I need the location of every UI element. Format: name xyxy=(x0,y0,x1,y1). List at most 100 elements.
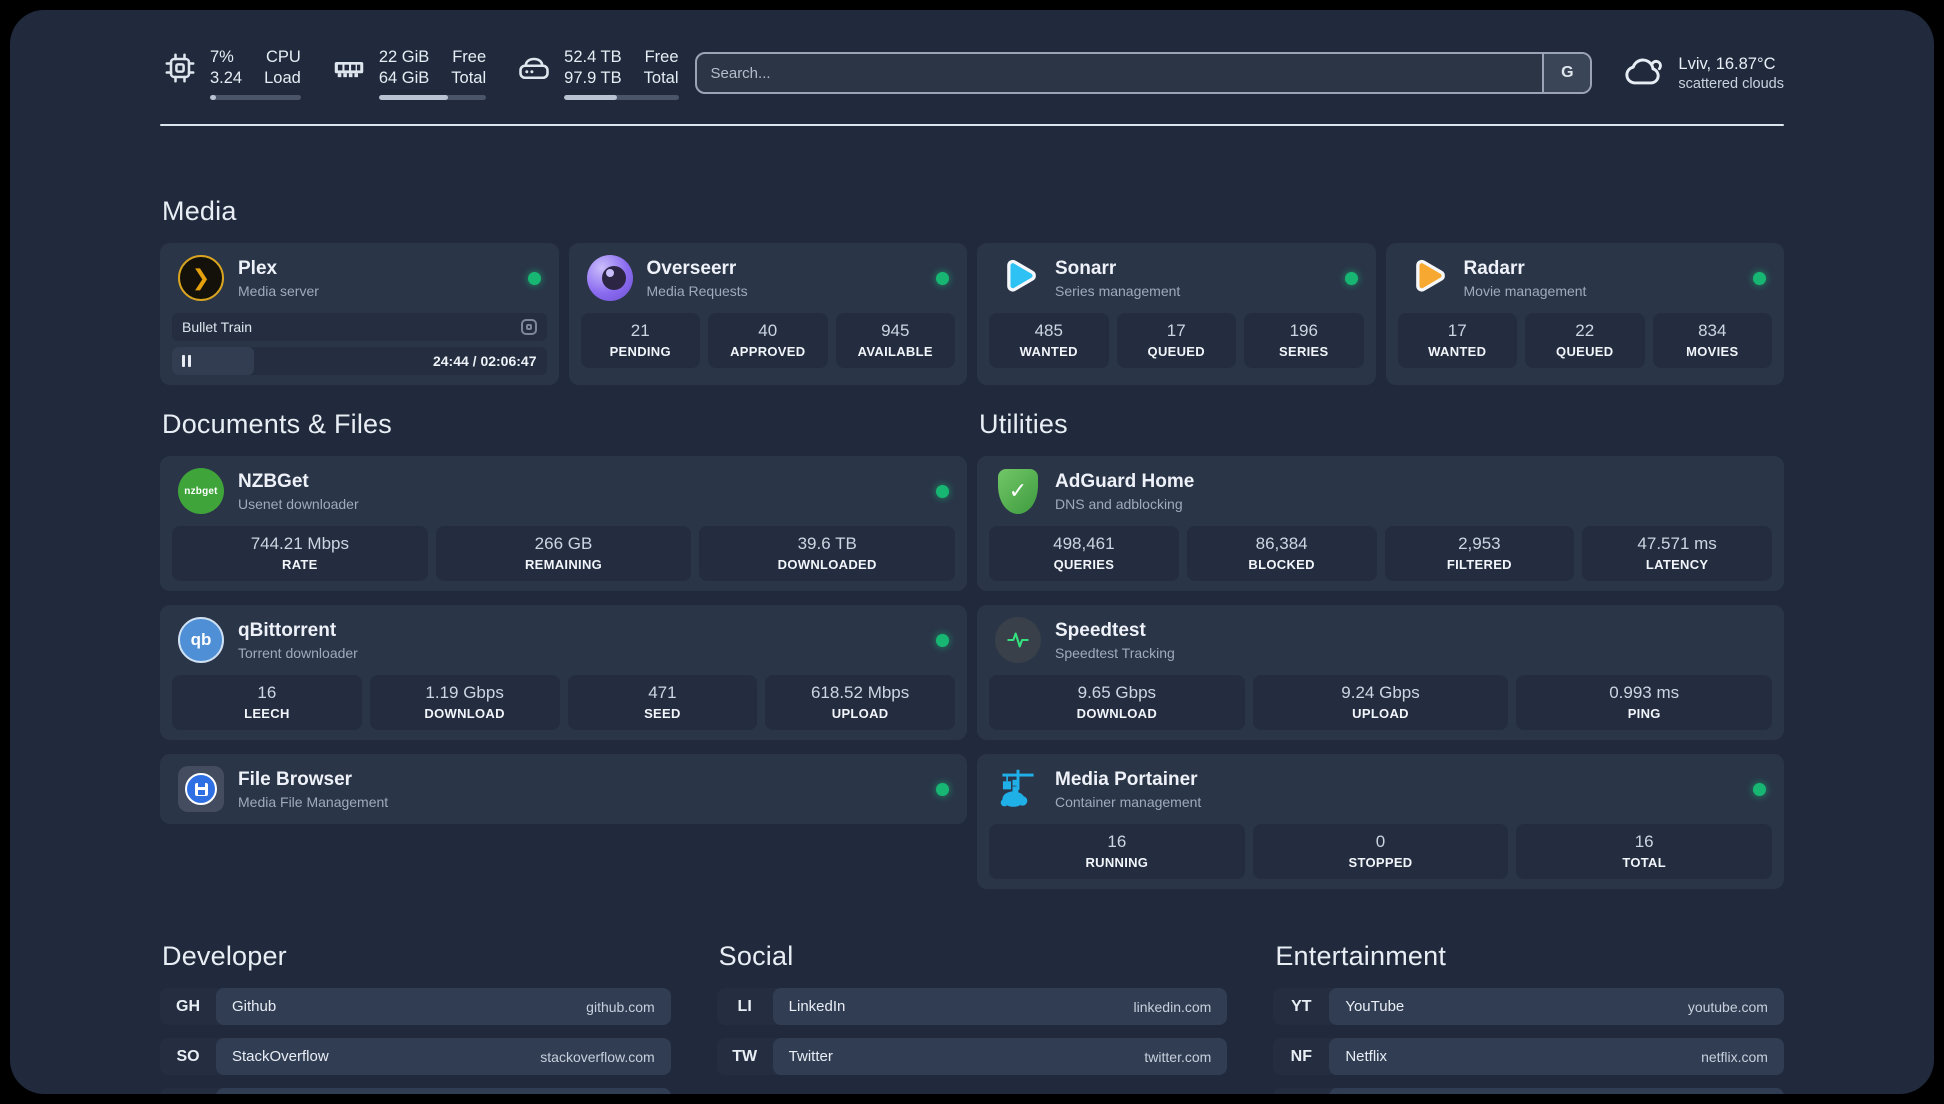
app-card-nzbget[interactable]: nzbget NZBGet Usenet downloader 744.21 M… xyxy=(160,456,967,591)
stat-value: 498,461 xyxy=(1053,534,1115,553)
stat-value: 744.21 Mbps xyxy=(250,534,349,553)
bookmark-github[interactable]: GH Github github.com xyxy=(160,988,671,1025)
stat-value: 40 xyxy=(758,321,778,340)
section-title-entertainment: Entertainment xyxy=(1275,941,1447,971)
bookmark-url: linkedin.com xyxy=(1133,998,1212,1015)
stat-value: 945 xyxy=(881,321,910,340)
bookmark-url: youtube.com xyxy=(1687,998,1768,1015)
app-card-radarr[interactable]: Radarr Movie management 17 WANTED 22 QUEUE… xyxy=(1385,243,1784,385)
pause-button[interactable] xyxy=(172,347,255,375)
bookmark-name: Twitter xyxy=(788,1048,833,1065)
memory-total-label: Total xyxy=(451,68,487,87)
stat-box: 0 STOPPED xyxy=(1252,824,1509,879)
bookmark-prefix: RE xyxy=(1273,1088,1329,1094)
memory-progress-bar xyxy=(378,94,487,100)
app-name: Overseerr xyxy=(646,257,737,279)
app-description: Usenet downloader xyxy=(238,495,359,512)
stat-label: MOVIES xyxy=(1686,344,1739,359)
stat-label: QUEUED xyxy=(1556,344,1614,359)
stat-value: 22 xyxy=(1575,321,1595,340)
stat-label: PENDING xyxy=(609,344,671,359)
stat-value: 39.6 TB xyxy=(797,534,857,553)
app-name: qBittorrent xyxy=(238,619,337,641)
bookmark-reddit[interactable]: RE Redditreddit.com xyxy=(1273,1088,1784,1094)
stat-box: 834 MOVIES xyxy=(1652,313,1772,368)
stat-box: 39.6 TB DOWNLOADED xyxy=(699,526,956,581)
app-card-portainer[interactable]: Media Portainer Container management 16 R… xyxy=(977,754,1784,889)
app-description: Media Requests xyxy=(646,282,748,299)
search-bar: G xyxy=(694,52,1593,94)
bookmark-prefix: SO xyxy=(176,1047,200,1065)
app-description: Torrent downloader xyxy=(238,644,358,661)
stat-label: REMAINING xyxy=(524,557,603,572)
search-input[interactable] xyxy=(696,54,1543,92)
stat-box: 47.571 ms LATENCY xyxy=(1582,526,1772,581)
bookmark-name: Github xyxy=(232,998,277,1015)
stat-value: 0.993 ms xyxy=(1609,683,1680,702)
app-card-sonarr[interactable]: Sonarr Series management 485 WANTED 17 QUE… xyxy=(977,243,1376,385)
app-name: Plex xyxy=(238,257,278,279)
app-description: Speedtest Tracking xyxy=(1055,644,1175,661)
app-name: Radarr xyxy=(1463,257,1525,279)
stat-value: 17 xyxy=(1166,321,1186,340)
stat-label: SERIES xyxy=(1279,344,1329,359)
stat-box: 471 SEED xyxy=(567,675,758,730)
app-name: AdGuard Home xyxy=(1055,470,1195,492)
stat-value: 17 xyxy=(1447,321,1467,340)
stat-box: 266 GB REMAINING xyxy=(435,526,692,581)
cpu-chip-icon xyxy=(160,48,200,88)
cpu-load-value: 3.24 xyxy=(210,68,243,87)
stat-label: RUNNING xyxy=(1085,855,1149,870)
stat-box: 16 LEECH xyxy=(172,675,362,730)
stat-box: 196 SERIES xyxy=(1244,313,1364,368)
adguard-icon: ✓ xyxy=(995,468,1041,514)
bookmark-prefix: YT xyxy=(1291,997,1312,1015)
stat-label: LEECH xyxy=(244,706,290,721)
memory-widget: 22 GiB 64 GiB Free Total xyxy=(329,47,487,100)
app-card-plex[interactable]: ❯ Plex Media server Bullet Train 24:44 /… xyxy=(160,243,559,385)
stat-label: SEED xyxy=(644,706,681,721)
bookmark-name: StackOverflow xyxy=(232,1048,329,1065)
section-title-utilities: Utilities xyxy=(979,409,1068,439)
app-card-filebrowser[interactable]: File Browser Media File Management xyxy=(160,754,967,824)
stat-box: 16 RUNNING xyxy=(989,824,1245,879)
dashboard: 7% 3.24 CPU Load 22 GiB 64 GiB Free Tota… xyxy=(10,10,1934,1094)
bookmark-twitter[interactable]: TW Twitter twitter.com xyxy=(716,1038,1228,1075)
bookmark-linkedin[interactable]: LI LinkedIn linkedin.com xyxy=(716,988,1228,1025)
bookmark-prefix: DT xyxy=(160,1088,216,1094)
app-name: Sonarr xyxy=(1055,257,1117,279)
radarr-icon xyxy=(1404,255,1450,301)
memory-free-value: 22 GiB xyxy=(378,47,430,66)
storage-total-value: 97.9 TB xyxy=(564,68,622,87)
cpu-widget: 7% 3.24 CPU Load xyxy=(160,47,301,100)
app-description: Media server xyxy=(238,282,319,299)
stat-value: 0 xyxy=(1375,832,1386,851)
stat-box: 1.19 Gbps DOWNLOAD xyxy=(369,675,560,730)
weather-widget: Lviv, 16.87°C scattered clouds xyxy=(1622,49,1784,98)
app-card-speedtest[interactable]: Speedtest Speedtest Tracking 9.65 Gbps DO… xyxy=(977,605,1784,740)
app-card-adguard[interactable]: ✓ AdGuard Home DNS and adblocking 498,46… xyxy=(977,456,1784,591)
stat-box: 16 TOTAL xyxy=(1516,824,1773,879)
stat-label: WANTED xyxy=(1019,344,1078,359)
stat-label: DOWNLOADED xyxy=(777,557,877,572)
storage-free-value: 52.4 TB xyxy=(564,47,622,66)
search-engine-button[interactable]: G xyxy=(1542,54,1591,92)
bookmark-url: netflix.com xyxy=(1701,1048,1768,1065)
stat-box: 17 QUEUED xyxy=(1116,313,1236,368)
qbittorrent-icon: qb xyxy=(178,617,224,663)
bookmark-url: github.com xyxy=(586,998,655,1015)
bookmark-netflix[interactable]: NF Netflix netflix.com xyxy=(1273,1038,1784,1075)
stat-box: 86,384 BLOCKED xyxy=(1186,526,1377,581)
app-card-overseerr[interactable]: Overseerr Media Requests 21 PENDING 40 APP… xyxy=(568,243,967,385)
section-title-social: Social xyxy=(718,941,794,971)
app-card-qbittorrent[interactable]: qb qBittorrent Torrent downloader 16 LEEC… xyxy=(160,605,967,740)
bookmark-prefix: LI xyxy=(737,997,752,1015)
stat-value: 16 xyxy=(257,683,277,702)
bookmark-dev[interactable]: DT DEVdev.to xyxy=(160,1088,671,1094)
section-title-documents: Documents & Files xyxy=(162,409,392,439)
bookmark-youtube[interactable]: YT YouTube youtube.com xyxy=(1273,988,1784,1025)
status-online-dot xyxy=(1753,271,1766,285)
stat-label: UPLOAD xyxy=(831,706,889,721)
bookmark-stackoverflow[interactable]: SO StackOverflow stackoverflow.com xyxy=(160,1038,671,1075)
ram-icon xyxy=(329,48,369,88)
